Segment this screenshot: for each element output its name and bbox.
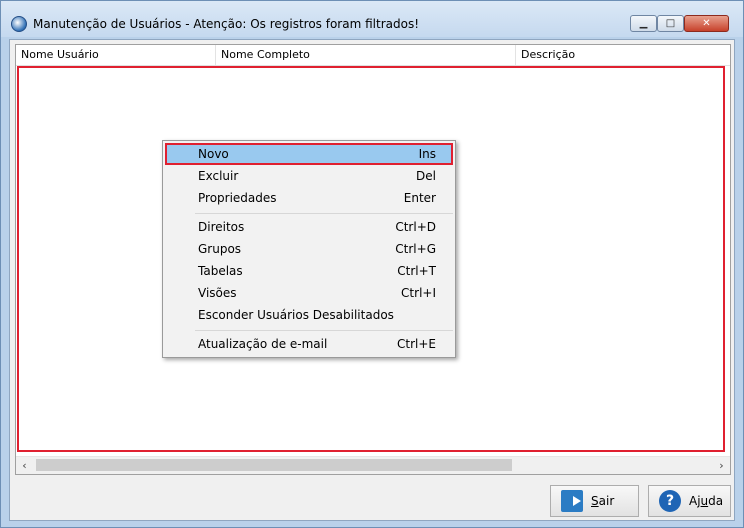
menu-item-direitos[interactable]: Direitos Ctrl+D bbox=[165, 216, 453, 238]
help-icon: ? bbox=[659, 490, 681, 512]
scroll-thumb[interactable] bbox=[36, 459, 512, 471]
exit-door-icon bbox=[561, 490, 583, 512]
horizontal-scrollbar[interactable]: ‹ › bbox=[16, 456, 730, 474]
context-menu: Novo Ins Excluir Del Propriedades Enter … bbox=[162, 140, 456, 358]
menu-item-novo[interactable]: Novo Ins bbox=[165, 143, 453, 165]
column-header-descricao[interactable]: Descrição bbox=[516, 45, 730, 65]
globe-icon bbox=[11, 16, 27, 32]
menu-item-visoes[interactable]: Visões Ctrl+I bbox=[165, 282, 453, 304]
title-bar[interactable]: Manutenção de Usuários - Atenção: Os reg… bbox=[1, 1, 743, 37]
ajuda-label: Ajuda bbox=[689, 494, 724, 508]
menu-item-excluir[interactable]: Excluir Del bbox=[165, 165, 453, 187]
column-header-nome-completo[interactable]: Nome Completo bbox=[216, 45, 516, 65]
menu-separator bbox=[195, 330, 453, 331]
window-title: Manutenção de Usuários - Atenção: Os reg… bbox=[33, 17, 420, 31]
ajuda-button[interactable]: ? Ajuda bbox=[648, 485, 731, 517]
menu-item-atualizacao-email[interactable]: Atualização de e-mail Ctrl+E bbox=[165, 333, 453, 355]
maximize-button[interactable]: □ bbox=[657, 15, 684, 32]
close-button[interactable]: ✕ bbox=[684, 15, 729, 32]
menu-separator bbox=[195, 213, 453, 214]
sair-button[interactable]: Sair bbox=[550, 485, 639, 517]
menu-item-propriedades[interactable]: Propriedades Enter bbox=[165, 187, 453, 209]
menu-item-tabelas[interactable]: Tabelas Ctrl+T bbox=[165, 260, 453, 282]
sair-label: Sair bbox=[591, 494, 615, 508]
scroll-right-icon[interactable]: › bbox=[713, 457, 730, 474]
column-header-nome-usuario[interactable]: Nome Usuário bbox=[16, 45, 216, 65]
minimize-button[interactable]: ▁ bbox=[630, 15, 657, 32]
menu-item-grupos[interactable]: Grupos Ctrl+G bbox=[165, 238, 453, 260]
scroll-left-icon[interactable]: ‹ bbox=[16, 457, 33, 474]
grid-header: Nome Usuário Nome Completo Descrição bbox=[16, 45, 730, 66]
menu-item-esconder-desabilitados[interactable]: Esconder Usuários Desabilitados bbox=[165, 304, 453, 326]
